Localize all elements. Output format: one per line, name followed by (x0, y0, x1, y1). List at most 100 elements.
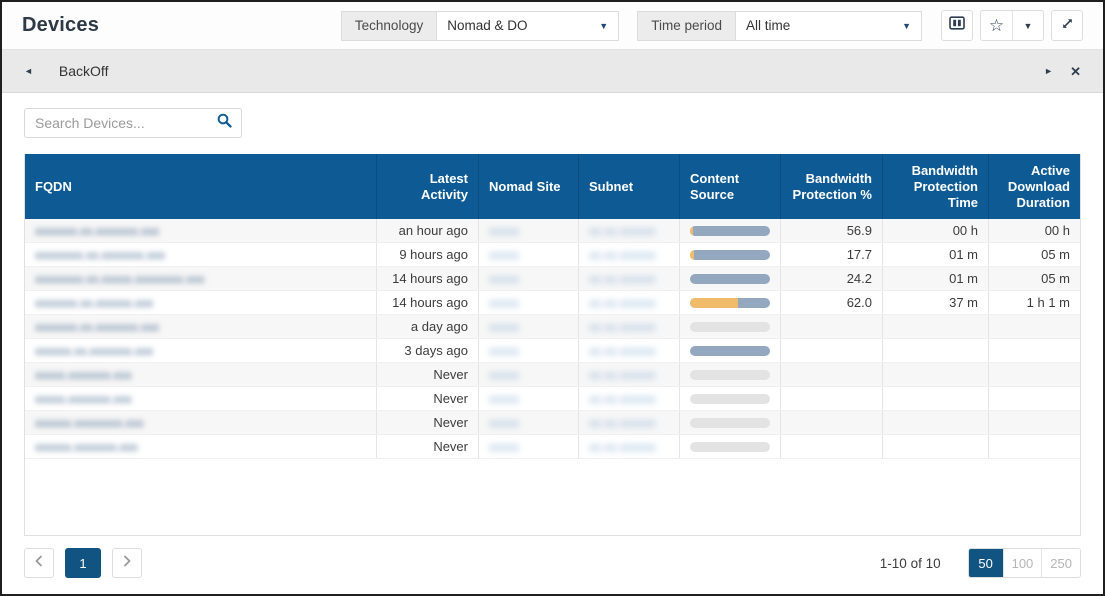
table-row[interactable]: xxxxxx.xx.xxxxxxx.xxx 3 days ago xxxxx x… (25, 339, 1080, 363)
subnet-redacted: xx.xx.xxxxxx (589, 416, 656, 430)
fqdn-redacted: xxxxxxx.xx.xxxxxxx.xxx (35, 224, 159, 238)
column-header-fqdn[interactable]: FQDN (25, 154, 376, 219)
previous-page-button[interactable] (24, 548, 54, 578)
active-download-duration-cell (988, 435, 1080, 458)
active-download-duration-cell (988, 315, 1080, 338)
breadcrumb-label[interactable]: BackOff (59, 63, 109, 79)
table-row[interactable]: xxxxxxx.xx.xxxxxxx.xxx an hour ago xxxxx… (25, 219, 1080, 243)
time-period-dropdown[interactable]: All time ▼ (735, 11, 922, 41)
time-period-filter-label: Time period (637, 11, 735, 41)
content-source-bar (690, 370, 770, 380)
bandwidth-protection-pct-cell (780, 315, 882, 338)
subnet-redacted: xx.xx.xxxxxx (589, 296, 656, 310)
subnet-redacted: xx.xx.xxxxxx (589, 320, 656, 334)
bandwidth-protection-pct-cell (780, 387, 882, 410)
technology-filter: Technology Nomad & DO ▼ (341, 11, 619, 41)
column-header-bandwidth-protection-pct[interactable]: Bandwidth Protection % (780, 154, 882, 219)
bandwidth-protection-time-cell: 37 m (882, 291, 988, 314)
pagination-range-text: 1-10 of 10 (880, 556, 941, 571)
page-size-100-button[interactable]: 100 (1003, 549, 1042, 577)
close-icon[interactable]: ✕ (1070, 65, 1081, 78)
column-header-subnet[interactable]: Subnet (578, 154, 679, 219)
nomad-site-redacted: xxxxx (489, 248, 519, 262)
column-header-bandwidth-protection-time[interactable]: Bandwidth Protection Time (882, 154, 988, 219)
bandwidth-protection-time-cell (882, 339, 988, 362)
bandwidth-protection-pct-cell (780, 363, 882, 386)
latest-activity-cell: Never (376, 387, 478, 410)
latest-activity-cell: 14 hours ago (376, 267, 478, 290)
search-input[interactable] (35, 115, 216, 131)
favorites-button-group: ☆ ▼ (980, 10, 1044, 41)
back-arrow-icon[interactable]: ◄ (24, 67, 33, 76)
technology-dropdown-value: Nomad & DO (447, 18, 527, 33)
fqdn-redacted: xxxxx.xxxxxxx.xxx (35, 392, 132, 406)
nomad-site-redacted: xxxxx (489, 296, 519, 310)
favorite-button[interactable]: ☆ (981, 11, 1012, 40)
fqdn-redacted: xxxxxxx.xx.xxxxxx.xxx (35, 296, 153, 310)
technology-dropdown[interactable]: Nomad & DO ▼ (436, 11, 619, 41)
bandwidth-protection-time-cell (882, 387, 988, 410)
content-source-bar (690, 346, 770, 356)
subnet-redacted: xx.xx.xxxxxx (589, 272, 656, 286)
forward-arrow-icon[interactable]: ► (1044, 67, 1053, 76)
content-source-bar (690, 322, 770, 332)
latest-activity-cell: Never (376, 435, 478, 458)
table-row[interactable]: xxxxxxxx.xx.xxxxxxx.xxx 9 hours ago xxxx… (25, 243, 1080, 267)
nomad-site-redacted: xxxxx (489, 224, 519, 238)
search-box (24, 108, 242, 138)
page-size-250-button[interactable]: 250 (1041, 549, 1080, 577)
bandwidth-protection-time-cell: 00 h (882, 219, 988, 242)
columns-view-button[interactable] (941, 10, 973, 41)
bandwidth-protection-pct-cell: 62.0 (780, 291, 882, 314)
expand-icon (1060, 16, 1075, 36)
next-page-button[interactable] (112, 548, 142, 578)
nomad-site-redacted: xxxxx (489, 368, 519, 382)
bandwidth-protection-pct-cell (780, 435, 882, 458)
bandwidth-protection-pct-cell (780, 411, 882, 434)
toolbar-icons: ☆ ▼ (941, 10, 1083, 41)
table-row[interactable]: xxxxxx.xxxxxxx.xxx Never xxxxx xx.xx.xxx… (25, 435, 1080, 459)
bandwidth-protection-pct-cell: 56.9 (780, 219, 882, 242)
table-row[interactable]: xxxxx.xxxxxxx.xxx Never xxxxx xx.xx.xxxx… (25, 387, 1080, 411)
fqdn-redacted: xxxxxx.xxxxxxxx.xxx (35, 416, 144, 430)
active-download-duration-cell: 05 m (988, 243, 1080, 266)
table-row[interactable]: xxxxxxxx.xx.xxxxx.xxxxxxxx.xxx 14 hours … (25, 267, 1080, 291)
column-header-latest-activity[interactable]: Latest Activity (376, 154, 478, 219)
table-row[interactable]: xxxxxx.xxxxxxxx.xxx Never xxxxx xx.xx.xx… (25, 411, 1080, 435)
technology-filter-label: Technology (341, 11, 436, 41)
subnet-redacted: xx.xx.xxxxxx (589, 248, 656, 262)
table-header-row: FQDN Latest Activity Nomad Site Subnet C… (25, 154, 1080, 219)
table-body: xxxxxxx.xx.xxxxxxx.xxx an hour ago xxxxx… (25, 219, 1080, 459)
active-download-duration-cell: 00 h (988, 219, 1080, 242)
nomad-site-redacted: xxxxx (489, 272, 519, 286)
table-row[interactable]: xxxxx.xxxxxxx.xxx Never xxxxx xx.xx.xxxx… (25, 363, 1080, 387)
page-1-button[interactable]: 1 (65, 548, 101, 578)
caret-down-icon: ▼ (902, 21, 911, 31)
page-size-selector: 50 100 250 (968, 548, 1081, 578)
table-row[interactable]: xxxxxxx.xx.xxxxxxx.xxx a day ago xxxxx x… (25, 315, 1080, 339)
devices-table: FQDN Latest Activity Nomad Site Subnet C… (24, 154, 1081, 536)
nomad-site-redacted: xxxxx (489, 416, 519, 430)
nomad-site-redacted: xxxxx (489, 320, 519, 334)
caret-down-icon: ▼ (599, 21, 608, 31)
column-header-content-source[interactable]: Content Source (679, 154, 780, 219)
search-icon[interactable] (216, 112, 233, 134)
page-size-50-button[interactable]: 50 (969, 549, 1003, 577)
caret-down-icon: ▼ (1024, 21, 1033, 31)
table-row[interactable]: xxxxxxx.xx.xxxxxx.xxx 14 hours ago xxxxx… (25, 291, 1080, 315)
active-download-duration-cell: 05 m (988, 267, 1080, 290)
page-title: Devices (22, 14, 99, 37)
expand-button[interactable] (1051, 10, 1083, 41)
table-empty-area (25, 459, 1080, 535)
bandwidth-protection-time-cell (882, 363, 988, 386)
column-header-nomad-site[interactable]: Nomad Site (478, 154, 578, 219)
bandwidth-protection-pct-cell: 17.7 (780, 243, 882, 266)
favorites-menu-button[interactable]: ▼ (1012, 11, 1043, 40)
active-download-duration-cell: 1 h 1 m (988, 291, 1080, 314)
content-source-bar (690, 298, 770, 308)
chevron-right-icon (122, 554, 132, 572)
fqdn-redacted: xxxxxx.xx.xxxxxxx.xxx (35, 344, 153, 358)
latest-activity-cell: 3 days ago (376, 339, 478, 362)
devices-window: Devices Technology Nomad & DO ▼ Time per… (0, 0, 1105, 596)
column-header-active-download-duration[interactable]: Active Download Duration (988, 154, 1080, 219)
